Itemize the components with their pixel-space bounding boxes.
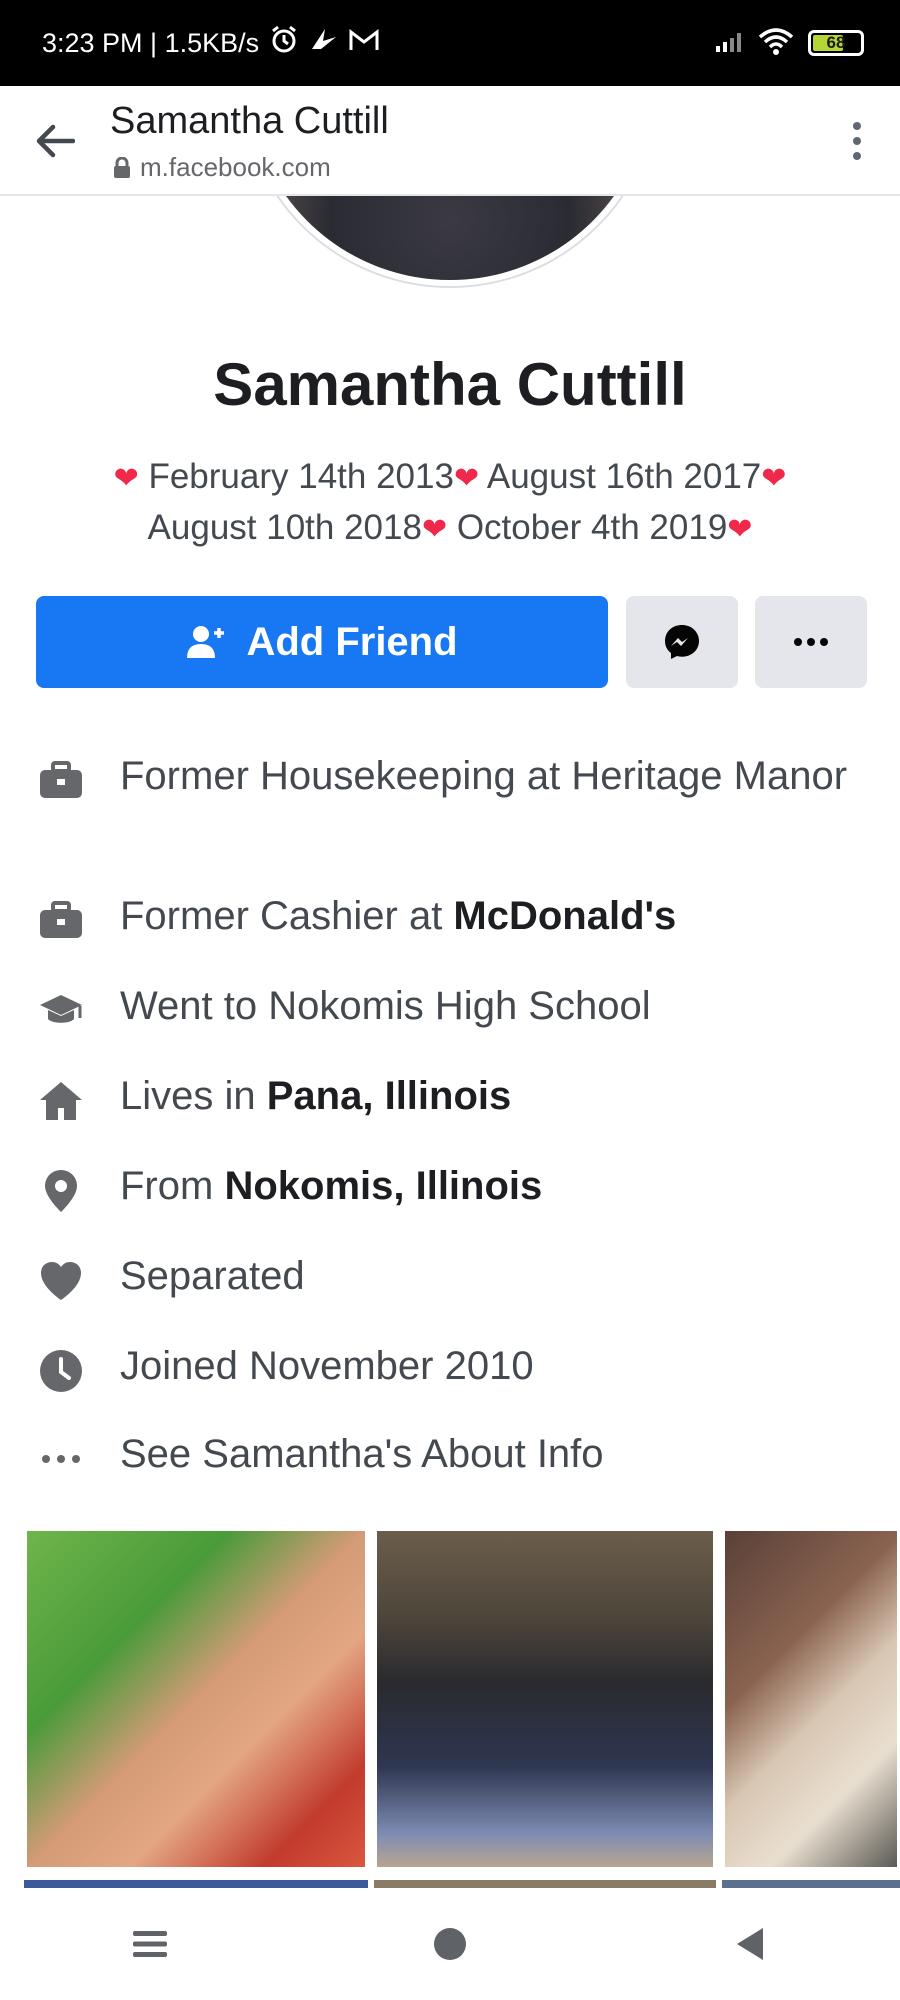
alarm-icon xyxy=(269,25,299,62)
photo-thumbnail-partial[interactable] xyxy=(24,1880,368,1888)
briefcase-icon xyxy=(36,896,86,946)
info-row-hometown: From Nokomis, Illinois xyxy=(36,1160,866,1216)
joined-text: Joined November 2010 xyxy=(120,1344,534,1388)
bio-date: October 4th 2019 xyxy=(456,508,728,547)
profile-bio: ❤ February 14th 2013❤ August 16th 2017❤ … xyxy=(60,452,840,554)
photo-thumbnail-partial[interactable] xyxy=(722,1880,900,1888)
add-friend-label: Add Friend xyxy=(246,619,458,664)
status-bar: 3:23 PM | 1.5KB/s 68 xyxy=(0,0,900,86)
battery-icon: 68 xyxy=(808,30,864,56)
photo-thumbnail-partial[interactable] xyxy=(374,1880,716,1888)
info-row-joined: Joined November 2010 xyxy=(36,1340,866,1396)
back-button[interactable] xyxy=(30,116,80,166)
location-pin-icon xyxy=(36,1166,86,1216)
hometown-link[interactable]: Nokomis, Illinois xyxy=(224,1164,542,1208)
photo-thumbnail[interactable] xyxy=(374,1528,716,1870)
bird-icon xyxy=(309,25,339,62)
status-time-speed: 3:23 PM | 1.5KB/s xyxy=(42,27,260,58)
menu-more-button[interactable] xyxy=(842,116,872,166)
heart-emoji-icon: ❤ xyxy=(113,462,139,495)
bio-line-1: ❤ February 14th 2013❤ August 16th 2017❤ xyxy=(60,452,840,503)
relationship-text: Separated xyxy=(120,1254,305,1298)
back-triangle-icon[interactable] xyxy=(710,1904,790,1984)
work-history-text[interactable]: Former Housekeeping at Heritage Manor xyxy=(120,750,860,803)
message-button[interactable] xyxy=(626,596,738,688)
heart-emoji-icon: ❤ xyxy=(727,513,753,546)
heart-icon xyxy=(36,1256,86,1306)
lock-icon xyxy=(114,156,130,178)
home-circle-icon[interactable] xyxy=(410,1904,490,1984)
info-row-lives: Lives in Pana, Illinois xyxy=(36,1070,866,1126)
gmail-icon xyxy=(349,28,379,59)
briefcase-icon xyxy=(36,756,86,806)
info-row-work: Former Cashier at McDonald's xyxy=(36,890,866,946)
add-person-icon xyxy=(187,626,225,658)
bio-date: August 10th 2018 xyxy=(147,508,422,547)
status-left: 3:23 PM | 1.5KB/s xyxy=(42,25,379,62)
workplace-link[interactable]: McDonald's xyxy=(453,894,676,938)
home-icon xyxy=(36,1076,86,1126)
menu-icon[interactable] xyxy=(110,1904,190,1984)
work-prefix: Former Cashier at xyxy=(120,894,454,938)
clock-icon xyxy=(36,1346,86,1396)
from-prefix: From xyxy=(120,1164,225,1208)
kebab-dot xyxy=(853,152,861,160)
page-title: Samantha Cuttill xyxy=(110,100,389,142)
heart-emoji-icon: ❤ xyxy=(761,462,787,495)
kebab-dot xyxy=(853,137,861,145)
add-friend-button[interactable]: Add Friend xyxy=(36,596,608,688)
lives-prefix: Lives in xyxy=(120,1074,267,1118)
browser-header: Samantha Cuttill m.facebook.com xyxy=(0,86,900,196)
work-history-text: Former Cashier at McDonald's xyxy=(120,890,860,943)
url-row[interactable]: m.facebook.com xyxy=(112,152,331,183)
info-row-relationship: Separated xyxy=(36,1250,866,1306)
photo-thumbnail[interactable] xyxy=(722,1528,900,1870)
photo-thumbnail[interactable] xyxy=(24,1528,368,1870)
current-city-text: Lives in Pana, Illinois xyxy=(120,1070,860,1123)
battery-level: 68 xyxy=(826,33,846,52)
current-city-link[interactable]: Pana, Illinois xyxy=(267,1074,512,1118)
education-text[interactable]: Went to Nokomis High School xyxy=(120,980,860,1033)
arrow-left-icon xyxy=(36,124,75,158)
info-row-education: Went to Nokomis High School xyxy=(36,980,866,1036)
messenger-icon xyxy=(665,625,699,659)
bio-date: February 14th 2013 xyxy=(148,457,454,496)
info-row-about[interactable]: See Samantha's About Info xyxy=(36,1428,866,1484)
url-text: m.facebook.com xyxy=(140,152,331,182)
heart-emoji-icon: ❤ xyxy=(453,462,480,495)
signal-icon xyxy=(714,30,744,57)
hometown-text: From Nokomis, Illinois xyxy=(120,1160,860,1213)
wifi-icon xyxy=(758,27,794,60)
see-about-info-link[interactable]: See Samantha's About Info xyxy=(120,1428,860,1481)
more-options-button[interactable] xyxy=(755,596,867,688)
graduation-cap-icon xyxy=(36,986,86,1036)
kebab-dot xyxy=(853,122,861,130)
bio-date: August 16th 2017 xyxy=(486,457,762,496)
info-row-work: Former Housekeeping at Heritage Manor xyxy=(36,750,866,806)
heart-emoji-icon: ❤ xyxy=(421,513,448,546)
bio-line-2: August 10th 2018❤ October 4th 2019❤ xyxy=(60,503,840,554)
more-dots-icon xyxy=(794,638,828,646)
photos-grid xyxy=(24,1528,900,1878)
more-dots-icon xyxy=(36,1434,86,1484)
profile-name: Samantha Cuttill xyxy=(213,351,687,418)
system-nav-bar xyxy=(0,1888,900,2000)
status-right: 68 xyxy=(714,27,864,60)
